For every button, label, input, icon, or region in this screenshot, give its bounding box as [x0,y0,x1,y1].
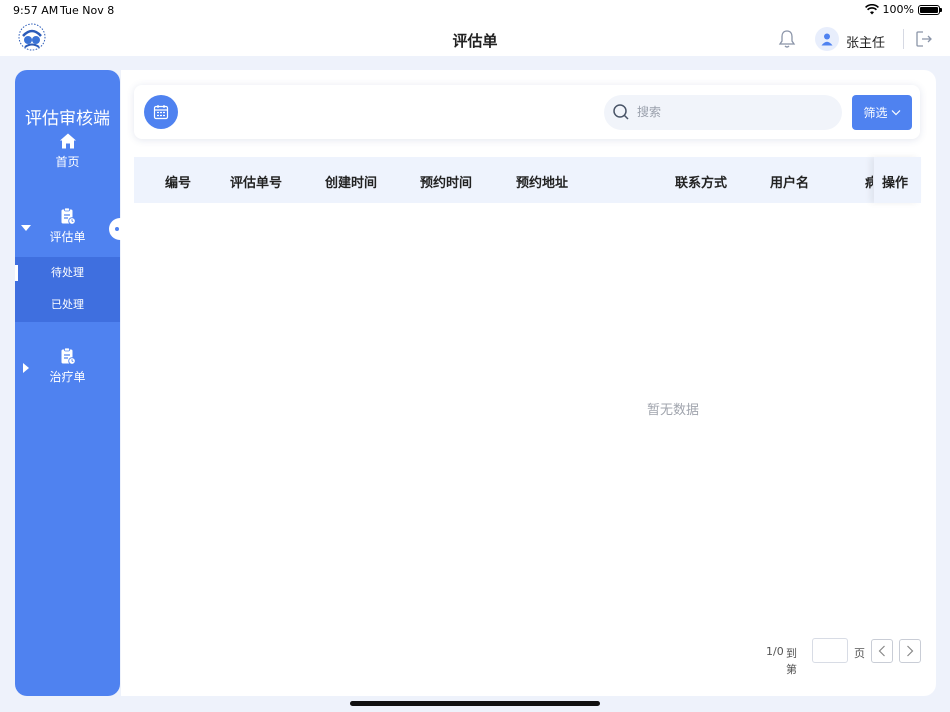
chevron-right-icon [907,645,914,657]
search-input[interactable] [637,103,827,121]
calendar-button[interactable] [144,95,178,129]
battery-icon [918,4,942,15]
user-avatar[interactable] [815,27,839,51]
empty-state-text: 暂无数据 [647,403,700,418]
home-icon [59,133,76,149]
calendar-icon [153,105,169,120]
column-header-created: 创建时间 [325,176,378,191]
sidebar-item-evaluation[interactable]: 评估单 [15,207,120,245]
page-title: 评估单 [452,32,498,50]
prev-page-button[interactable] [871,639,893,663]
status-bar: 9:57 AM Tue Nov 8 100% [0,0,950,20]
column-header-action-cell: 操作 [874,157,921,203]
status-right: 100% [864,3,942,16]
page-count: 1/0 [766,645,784,658]
page-input[interactable] [812,638,848,663]
filter-label: 筛选 [863,106,888,120]
home-indicator[interactable] [350,701,600,706]
app-header: 评估单 张主任 [0,20,950,56]
submenu-evaluation: 待处理 已处理 [15,257,120,322]
page-unit-label: 页 [854,647,865,660]
column-header-contact: 联系方式 [675,176,728,191]
sidebar: 评估审核端 首页 评估单 待处理 已处理 治疗单 [15,70,129,696]
table-header: 编号 评估单号 创建时间 预约时间 预约地址 联系方式 用户名 病 操作 [134,157,921,203]
clipboard-icon [61,347,76,365]
column-header-id: 编号 [165,176,192,191]
chevron-down-icon [891,110,900,116]
sidebar-brand: 评估审核端 [25,109,110,129]
user-name[interactable]: 张主任 [846,32,885,51]
column-header-appointment-time: 预约时间 [420,176,473,191]
bell-icon[interactable] [778,29,796,49]
submenu-item-processed[interactable]: 已处理 [15,289,120,321]
filter-button[interactable]: 筛选 [852,95,912,130]
status-date: Tue Nov 8 [60,4,115,17]
sidebar-item-home[interactable]: 首页 [15,132,120,170]
logout-icon[interactable] [914,29,934,49]
main-panel: 筛选 编号 评估单号 创建时间 预约时间 预约地址 联系方式 用户名 病 操作 … [121,70,936,696]
column-header-username: 用户名 [770,176,810,191]
search-icon [613,104,629,120]
status-time: 9:57 AM [13,4,59,17]
search-box [604,95,842,130]
chevron-left-icon [878,645,885,657]
wifi-icon [864,4,879,15]
sidebar-item-treatment[interactable]: 治疗单 [15,347,120,385]
goto-label: 到第 [786,647,797,676]
submenu-item-pending[interactable]: 待处理 [15,257,120,289]
toolbar: 筛选 [134,85,920,139]
header-divider [903,29,904,49]
sidebar-item-label: 首页 [55,155,80,169]
user-avatar-icon [821,33,833,46]
next-page-button[interactable] [899,639,921,663]
column-header-clipped: 病 [865,176,873,191]
clipboard-icon [61,207,76,225]
column-header-address: 预约地址 [516,176,569,191]
battery-percent: 100% [882,3,914,16]
column-header-action: 操作 [882,176,909,191]
sidebar-item-label: 评估单 [49,230,86,244]
sidebar-item-label: 治疗单 [49,370,86,384]
column-header-eval-no: 评估单号 [230,176,283,191]
